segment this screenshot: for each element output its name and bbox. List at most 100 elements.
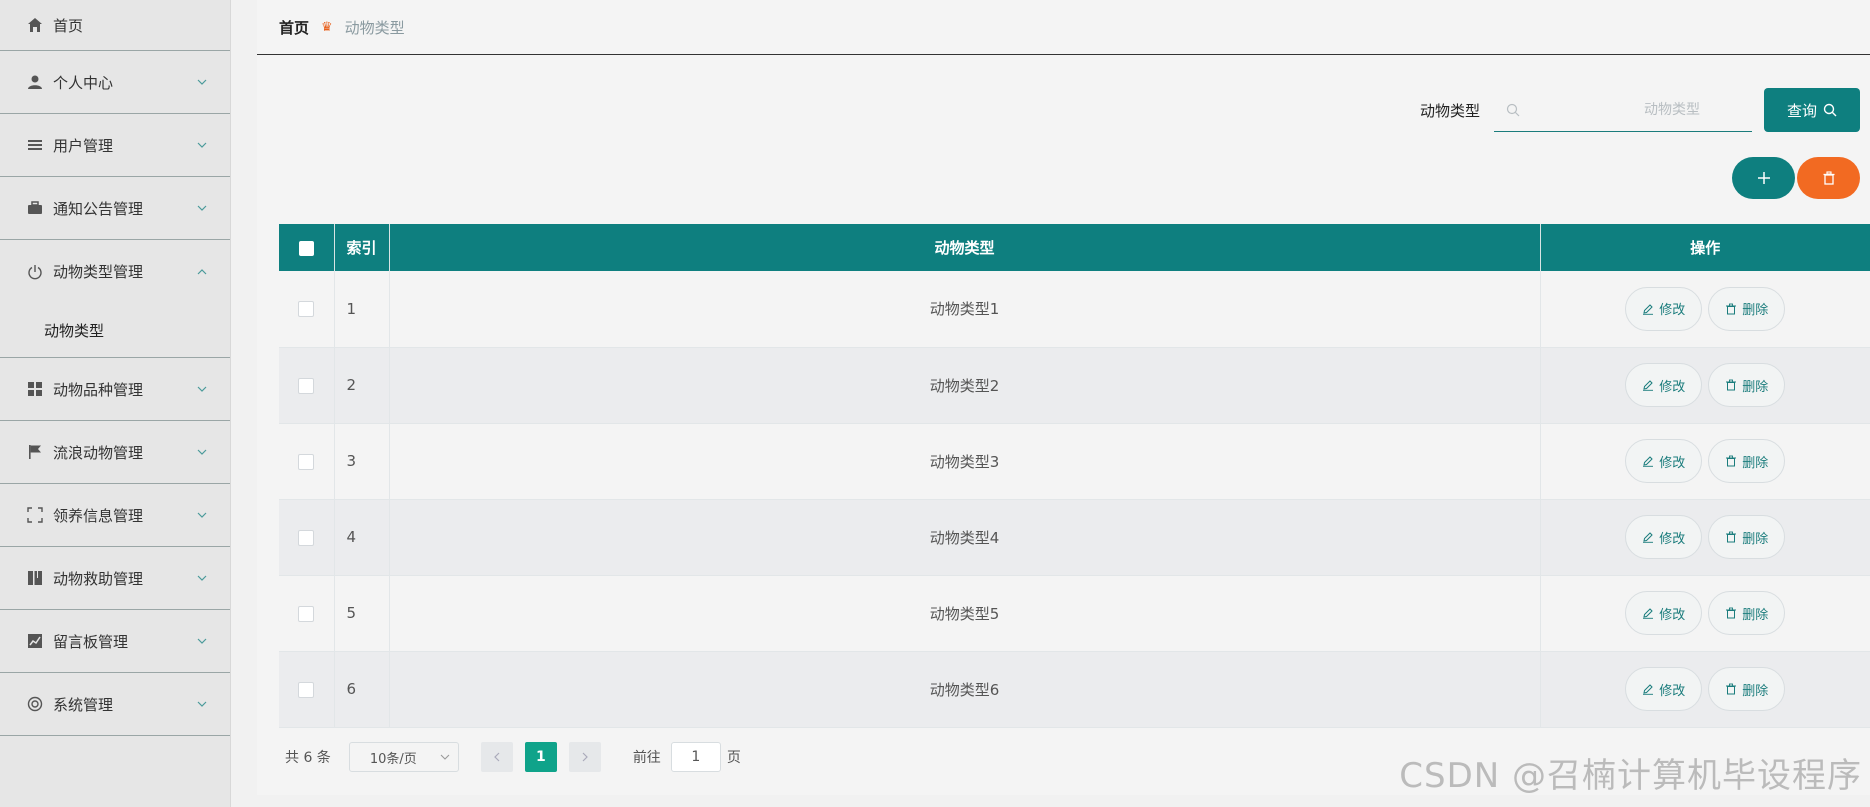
- edit-button[interactable]: 修改: [1625, 515, 1703, 559]
- trash-icon: [1726, 455, 1737, 467]
- row-select-cell[interactable]: [279, 347, 335, 423]
- sidebar-item-message-board-management[interactable]: 留言板管理: [0, 610, 230, 673]
- search-icon: [1823, 103, 1837, 117]
- delete-button[interactable]: 删除: [1708, 667, 1786, 711]
- sidebar-item-rescue-management[interactable]: 动物救助管理: [0, 547, 230, 610]
- row-checkbox[interactable]: [298, 605, 315, 622]
- row-checkbox[interactable]: [298, 681, 315, 698]
- search-bar: 动物类型 查询: [1420, 88, 1860, 132]
- sidebar: 首页 个人中心 用户管理 通知公告管理 动物类型管理 动物类型 动物品种管理 流…: [0, 0, 231, 807]
- sidebar-item-system-management[interactable]: 系统管理: [0, 673, 230, 736]
- query-button[interactable]: 查询: [1764, 88, 1860, 132]
- table-row: 6 动物类型6 修改 删除: [279, 651, 1870, 727]
- row-checkbox[interactable]: [298, 529, 315, 546]
- delete-button[interactable]: 删除: [1708, 363, 1786, 407]
- row-operations: 修改 删除: [1540, 271, 1870, 347]
- query-button-label: 查询: [1786, 101, 1817, 120]
- header-operations: 操作: [1690, 239, 1721, 257]
- chevron-down-icon: [197, 638, 207, 644]
- goto-page-input[interactable]: [670, 742, 721, 772]
- delete-button[interactable]: 删除: [1708, 286, 1786, 331]
- add-button[interactable]: [1732, 157, 1795, 199]
- edit-button[interactable]: 修改: [1625, 363, 1703, 407]
- row-select-cell[interactable]: [279, 271, 335, 347]
- book-icon: [26, 569, 44, 587]
- select-all-checkbox[interactable]: [298, 240, 314, 256]
- edit-button[interactable]: 修改: [1625, 286, 1703, 331]
- edit-icon: [1643, 608, 1654, 619]
- header-animal-type: 动物类型: [389, 224, 1541, 271]
- prev-page-button[interactable]: [480, 742, 513, 772]
- header-index: 索引: [334, 224, 390, 271]
- sidebar-item-user-management[interactable]: 用户管理: [0, 114, 230, 177]
- sidebar-subitem-animal-type[interactable]: 动物类型: [0, 303, 230, 358]
- row-select-cell[interactable]: [279, 651, 335, 727]
- edit-button-label: 修改: [1659, 455, 1686, 471]
- table-row: 2 动物类型2 修改 删除: [279, 347, 1870, 423]
- chevron-down-icon: [197, 142, 207, 148]
- search-input[interactable]: [1520, 94, 1720, 125]
- breadcrumb-current: 动物类型: [344, 18, 405, 37]
- row-index: 2: [334, 347, 390, 423]
- search-label: 动物类型: [1419, 101, 1480, 120]
- main-content: 首页 ♛ 动物类型 动物类型 查询 索引 动物类型: [257, 0, 1870, 795]
- row-select-cell[interactable]: [279, 423, 335, 499]
- row-index: 4: [334, 499, 390, 575]
- sidebar-item-breed-management[interactable]: 动物品种管理: [0, 358, 230, 421]
- row-operations: 修改 删除: [1540, 575, 1870, 651]
- row-animal-type: 动物类型4: [389, 499, 1541, 575]
- header-select-all[interactable]: [279, 224, 335, 271]
- edit-button[interactable]: 修改: [1625, 591, 1703, 635]
- sidebar-item-animal-type-management[interactable]: 动物类型管理: [0, 240, 230, 303]
- chevron-down-icon: [197, 79, 207, 85]
- chevron-down-icon: [197, 205, 207, 211]
- sidebar-item-adoption-management[interactable]: 领养信息管理: [0, 484, 230, 547]
- lifebuoy-icon: [26, 695, 44, 713]
- batch-delete-button[interactable]: [1797, 157, 1860, 199]
- breadcrumb-home[interactable]: 首页: [279, 17, 309, 38]
- next-page-button[interactable]: [568, 742, 601, 772]
- delete-button-label: 删除: [1742, 379, 1769, 395]
- table-row: 4 动物类型4 修改 删除: [279, 499, 1870, 575]
- page-unit-label: 页: [726, 750, 741, 766]
- edit-button-label: 修改: [1659, 683, 1686, 699]
- delete-button-label: 删除: [1742, 683, 1769, 699]
- edit-icon: [1643, 380, 1654, 391]
- edit-button[interactable]: 修改: [1625, 439, 1703, 483]
- sidebar-item-notice-management[interactable]: 通知公告管理: [0, 177, 230, 240]
- edit-button-label: 修改: [1659, 303, 1686, 319]
- chevron-down-icon: [197, 449, 207, 455]
- delete-button-label: 删除: [1742, 607, 1769, 623]
- trash-icon: [1726, 531, 1737, 543]
- row-index: 1: [334, 271, 390, 347]
- row-checkbox[interactable]: [298, 453, 315, 470]
- row-checkbox[interactable]: [298, 301, 315, 318]
- data-table: 索引 动物类型 操作 1 动物类型1 修改 删除 2 动物类型2 修改 删除 3 动物类型3 修改删…: [279, 224, 1870, 728]
- row-operations: 修改 删除: [1540, 347, 1870, 423]
- row-checkbox[interactable]: [298, 377, 315, 394]
- delete-button[interactable]: 删除: [1708, 439, 1786, 483]
- row-select-cell[interactable]: [279, 499, 335, 575]
- sidebar-item-home[interactable]: 首页: [0, 0, 230, 51]
- delete-button[interactable]: 删除: [1708, 591, 1786, 635]
- pagination: 共 6 条 10条/页 1 前往 页: [285, 742, 741, 772]
- sidebar-item-personal-center[interactable]: 个人中心: [0, 51, 230, 114]
- page-size-select[interactable]: 10条/页: [348, 742, 459, 772]
- edit-button-label: 修改: [1659, 531, 1686, 547]
- edit-button[interactable]: 修改: [1625, 667, 1703, 711]
- delete-button[interactable]: 删除: [1708, 515, 1786, 559]
- row-select-cell[interactable]: [279, 575, 335, 651]
- trash-icon: [1726, 683, 1737, 695]
- table-row: 1 动物类型1 修改 删除: [279, 271, 1870, 347]
- delete-button-label: 删除: [1742, 303, 1769, 319]
- delete-button-label: 删除: [1742, 455, 1769, 471]
- sidebar-item-label: 首页: [53, 16, 84, 35]
- page-number-current[interactable]: 1: [524, 742, 557, 772]
- table-header-row: 索引 动物类型 操作: [279, 224, 1870, 271]
- plus-icon: [1757, 172, 1770, 184]
- sidebar-item-label: 动物类型管理: [53, 263, 144, 281]
- table-row: 3 动物类型3 修改 删除: [279, 423, 1870, 499]
- sidebar-item-stray-animal-management[interactable]: 流浪动物管理: [0, 421, 230, 484]
- sidebar-item-label: 领养信息管理: [53, 506, 144, 525]
- trash-icon: [1823, 171, 1834, 185]
